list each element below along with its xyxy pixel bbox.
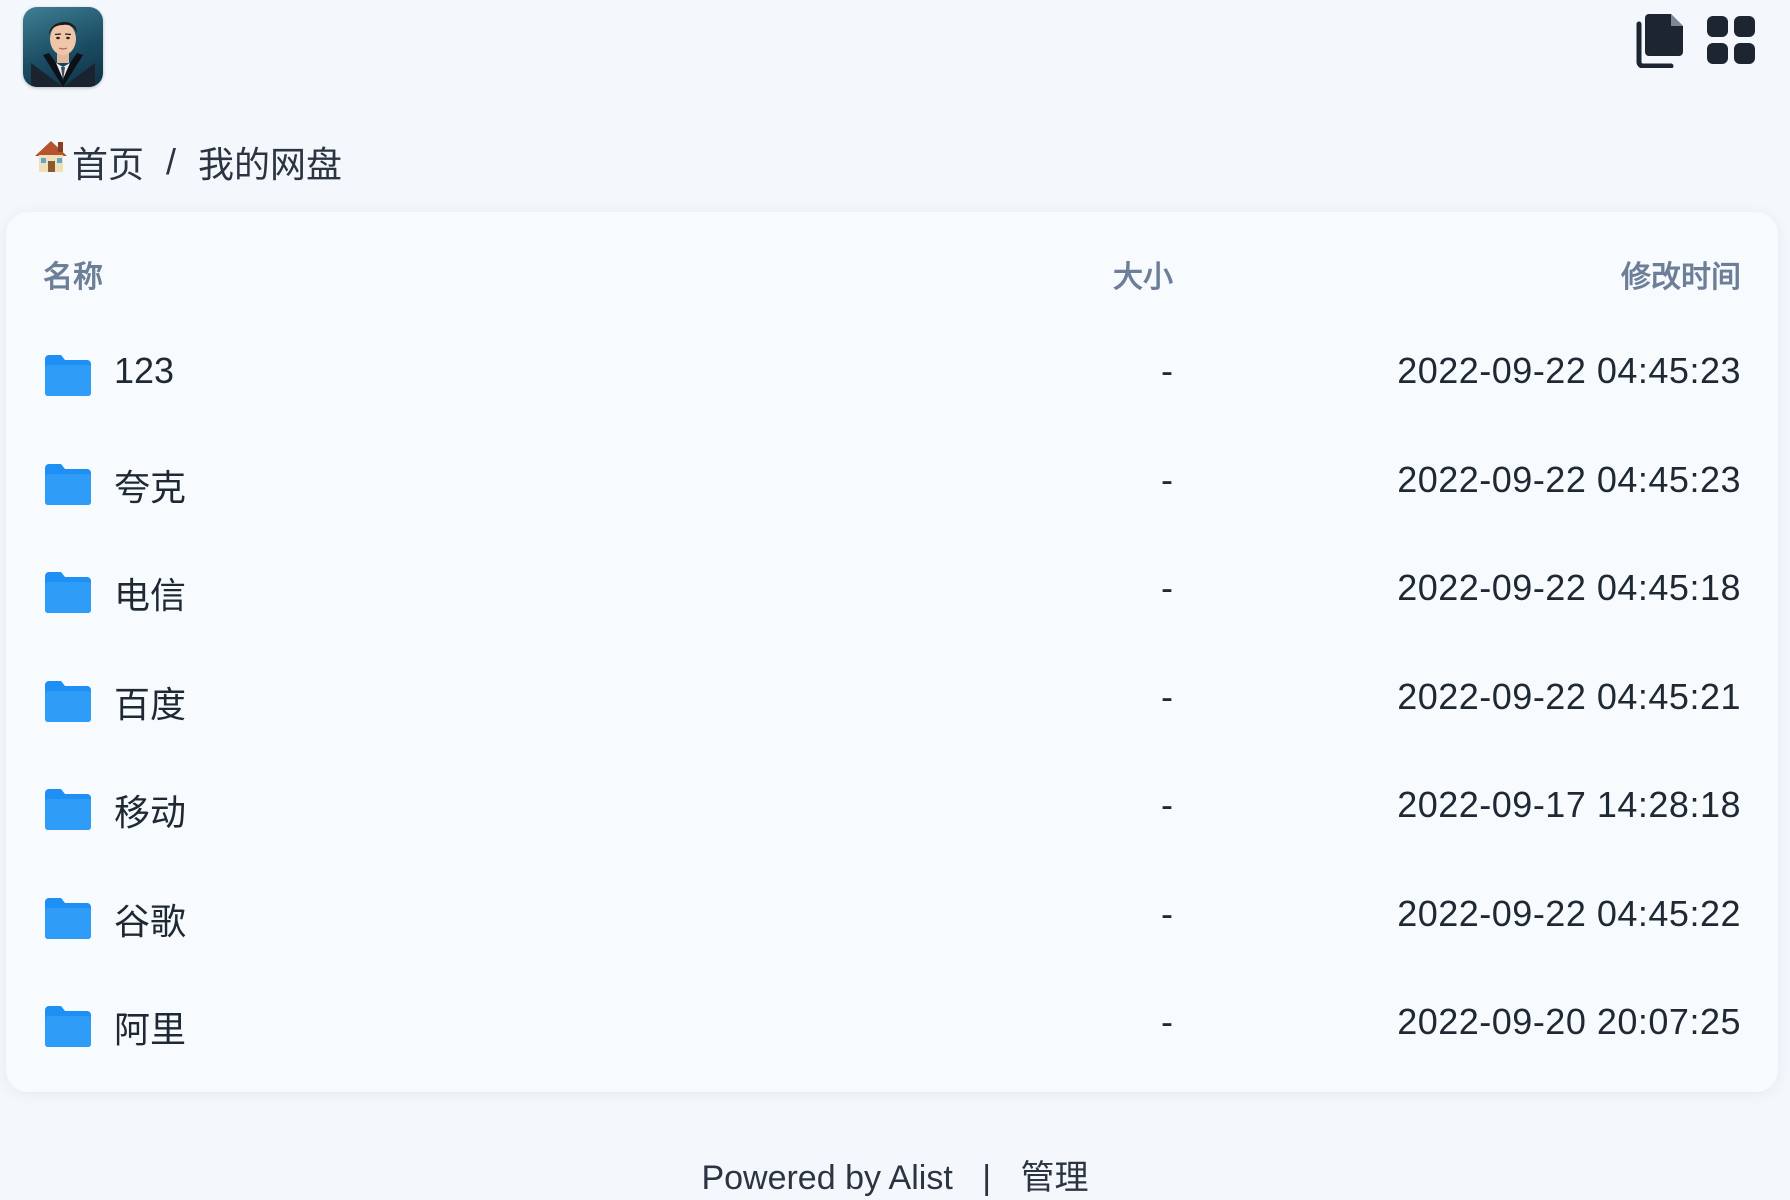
- table-row[interactable]: 夸克 - 2022-09-22 04:45:23: [6, 431, 1778, 540]
- column-header-size[interactable]: 大小: [1113, 252, 1173, 296]
- file-size: -: [1161, 675, 1173, 717]
- folder-icon: [43, 787, 93, 831]
- file-size: -: [1161, 567, 1173, 608]
- folder-icon: [43, 353, 93, 397]
- table-row[interactable]: 谷歌 - 2022-09-22 04:45:22: [6, 865, 1778, 974]
- folder-icon: [43, 679, 93, 723]
- footer-separator: |: [982, 1159, 992, 1197]
- breadcrumb-separator: /: [166, 141, 177, 182]
- file-size: -: [1161, 350, 1173, 391]
- table-row[interactable]: 百度 - 2022-09-22 04:45:21: [6, 648, 1778, 757]
- house-icon: [32, 136, 70, 176]
- footer: Powered by Alist | 管理: [0, 1150, 1790, 1199]
- file-name: 阿里: [114, 1009, 187, 1050]
- file-modified: 2022-09-22 04:45:23: [1397, 350, 1741, 391]
- file-size: -: [1161, 458, 1173, 500]
- file-modified: 2022-09-17 14:28:18: [1397, 784, 1741, 825]
- folder-icon: [43, 896, 93, 940]
- breadcrumb-current[interactable]: 我的网盘: [198, 136, 342, 188]
- file-modified: 2022-09-22 04:45:21: [1397, 675, 1741, 717]
- file-modified: 2022-09-22 04:45:18: [1397, 567, 1741, 608]
- grid-view-icon[interactable]: [1705, 12, 1757, 68]
- file-size: -: [1161, 892, 1173, 934]
- table-row[interactable]: 移动 - 2022-09-17 14:28:18: [6, 756, 1778, 865]
- file-name: 移动: [114, 792, 187, 833]
- column-header-modified[interactable]: 修改时间: [1621, 252, 1741, 296]
- table-row[interactable]: 123 - 2022-09-22 04:45:23: [6, 322, 1778, 431]
- table-body: 123 - 2022-09-22 04:45:23 夸克 - 2022-09-2…: [6, 322, 1778, 1082]
- column-header-name[interactable]: 名称: [43, 252, 103, 296]
- file-name: 夸克: [114, 466, 187, 508]
- file-name: 电信: [114, 575, 187, 616]
- file-name: 谷歌: [114, 900, 187, 942]
- breadcrumb: 首页 / 我的网盘: [32, 132, 342, 192]
- file-list: 名称 大小 修改时间 123 - 2022-09-22 04:45:23 夸克 …: [6, 212, 1778, 1092]
- table-header: 名称 大小 修改时间: [6, 212, 1778, 336]
- table-row[interactable]: 电信 - 2022-09-22 04:45:18: [6, 539, 1778, 648]
- folder-icon: [43, 1004, 93, 1048]
- powered-by-link[interactable]: Powered by Alist: [701, 1159, 952, 1197]
- file-modified: 2022-09-22 04:45:23: [1397, 458, 1741, 500]
- avatar-icon[interactable]: [23, 7, 103, 87]
- table-row[interactable]: 阿里 - 2022-09-20 20:07:25: [6, 973, 1778, 1082]
- folder-icon: [43, 462, 93, 506]
- breadcrumb-home[interactable]: 首页: [32, 136, 144, 188]
- file-modified: 2022-09-20 20:07:25: [1397, 1001, 1741, 1042]
- file-modified: 2022-09-22 04:45:22: [1397, 892, 1741, 934]
- header: [0, 0, 1790, 100]
- file-size: -: [1161, 1001, 1173, 1042]
- folder-icon: [43, 570, 93, 614]
- copy-icon[interactable]: [1635, 12, 1687, 68]
- admin-link[interactable]: 管理: [1021, 1159, 1089, 1197]
- file-name: 123: [114, 350, 175, 391]
- file-name: 百度: [114, 683, 187, 725]
- breadcrumb-home-label: 首页: [72, 144, 145, 185]
- file-size: -: [1161, 784, 1173, 825]
